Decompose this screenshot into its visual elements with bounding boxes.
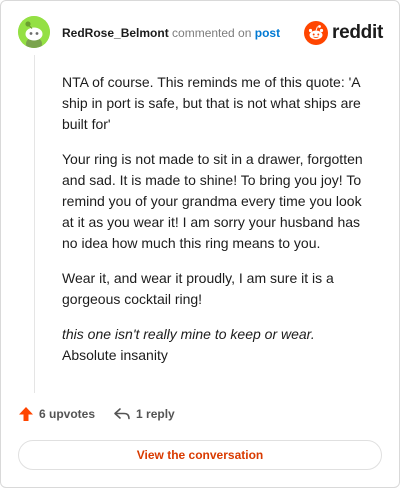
replies[interactable]: 1 reply	[113, 407, 175, 421]
action-text: commented on	[172, 26, 252, 40]
username[interactable]: RedRose_Belmont	[62, 26, 169, 40]
upvote-arrow-icon	[19, 407, 33, 421]
comment-body: NTA of course. This reminds me of this q…	[62, 72, 370, 380]
comment-card: RedRose_Belmont commented on post reddit…	[0, 0, 400, 488]
upvote-count: 6 upvotes	[39, 407, 96, 421]
comment-footer: 6 upvotes 1 reply	[18, 406, 175, 422]
avatar[interactable]	[18, 16, 50, 48]
snoo-avatar-icon	[18, 16, 50, 48]
comment-paragraph-4: Absolute insanity	[62, 347, 168, 363]
comment-paragraph-2: Your ring is not made to sit in a drawer…	[62, 151, 363, 251]
thread-line	[34, 55, 35, 393]
upvotes[interactable]: 6 upvotes	[18, 406, 95, 422]
comment-paragraph-1: NTA of course. This reminds me of this q…	[62, 74, 361, 132]
reply-count: 1 reply	[136, 407, 175, 421]
comment-quote: this one isn't really mine to keep or we…	[62, 326, 315, 342]
view-conversation-button[interactable]: View the conversation	[18, 440, 382, 470]
reply-arrow-icon	[114, 408, 130, 420]
post-link[interactable]: post	[255, 26, 280, 40]
reddit-logo[interactable]: reddit	[304, 21, 383, 45]
reddit-wordmark: reddit	[332, 22, 383, 43]
comment-header: RedRose_Belmont commented on post	[62, 26, 280, 40]
reddit-snoo-icon	[304, 21, 329, 45]
comment-paragraph-3: Wear it, and wear it proudly, I am sure …	[62, 270, 334, 307]
